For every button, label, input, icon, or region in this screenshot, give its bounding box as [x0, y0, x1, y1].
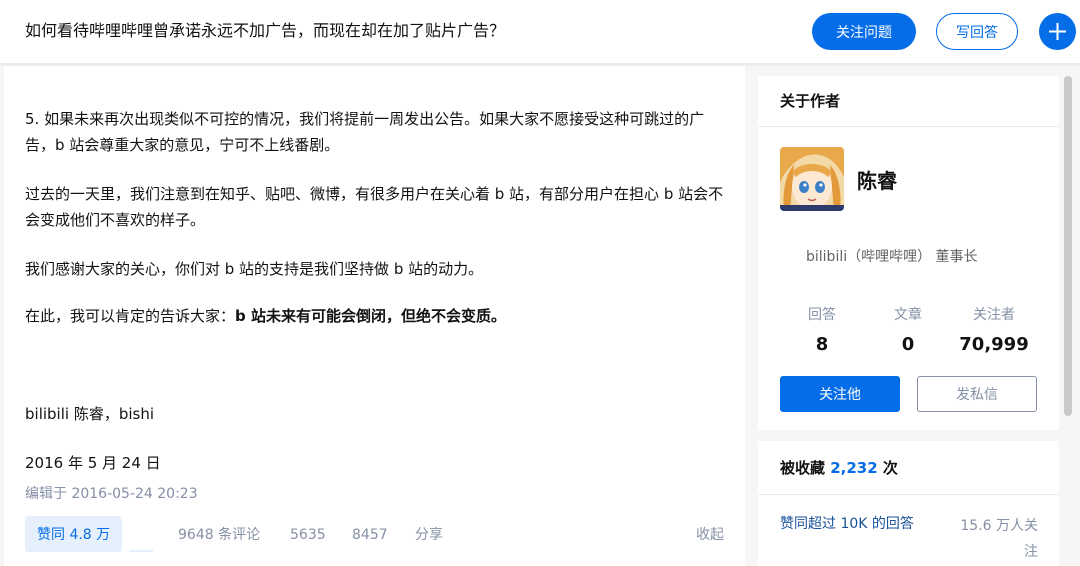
answer-actions: 赞同 4.8 万 9648 条评论 5635 8457 分享 收起: [25, 516, 725, 554]
share-count-1[interactable]: 5635: [290, 525, 326, 545]
answer-paragraph: 在此，我可以肯定的告诉大家：b 站未来有可能会倒闭，但绝不会变质。: [25, 303, 725, 329]
answer-paragraph: 过去的一天里，我们注意到在知乎、贴吧、微博，有很多用户在关心着 b 站，有部分用…: [25, 185, 724, 229]
divider: [758, 494, 1059, 495]
collect-summary: 被收藏 2,232 次: [780, 457, 898, 478]
stat-articles[interactable]: 文章 0: [868, 305, 948, 355]
stat-label: 文章: [894, 307, 922, 323]
stat-value: 8: [815, 334, 829, 355]
downvote-button[interactable]: [129, 534, 153, 552]
divider: [758, 126, 1059, 127]
write-answer-button[interactable]: 写回答: [936, 13, 1018, 50]
avatar[interactable]: [780, 147, 844, 211]
badge-follow-count: 15.6 万人关注: [960, 518, 1038, 560]
stat-answers[interactable]: 回答 8: [782, 305, 862, 355]
collect-card: 被收藏 2,232 次 赞同超过 10K 的回答 15.6 万人关注: [758, 441, 1059, 566]
upvote-button[interactable]: 赞同 4.8 万: [25, 516, 123, 552]
author-description: bilibili（哔哩哔哩） 董事长: [806, 249, 978, 265]
stat-label: 关注者: [973, 307, 1015, 323]
author-card: 关于作者 陈睿 bilibili（哔哩哔哩） 董事长 回答 8 文章 0 关注者…: [758, 76, 1059, 430]
scrollbar[interactable]: [1064, 76, 1072, 416]
author-name[interactable]: 陈睿: [857, 165, 897, 194]
comments-button[interactable]: 9648 条评论: [178, 525, 260, 545]
author-card-title: 关于作者: [780, 92, 841, 110]
stat-label: 回答: [808, 307, 836, 323]
top-bar: 如何看待哔哩哔哩曾承诺永远不加广告，而现在却在加了贴片广告？ 关注问题 写回答: [0, 0, 1080, 64]
answer-paragraph: 5. 如果未来再次出现类似不可控的情况，我们将提前一周发出公告。如果大家不愿接受…: [25, 110, 705, 154]
follow-question-button[interactable]: 关注问题: [812, 13, 916, 50]
add-button[interactable]: [1039, 13, 1076, 50]
collect-prefix: 被收藏: [780, 459, 831, 477]
follow-author-button[interactable]: 关注他: [780, 376, 900, 412]
send-message-button[interactable]: 发私信: [917, 376, 1037, 412]
stat-value: 70,999: [959, 334, 1029, 355]
question-title[interactable]: 如何看待哔哩哔哩曾承诺永远不加广告，而现在却在加了贴片广告？: [25, 19, 505, 43]
collect-suffix: 次: [877, 459, 898, 477]
stat-followers[interactable]: 关注者 70,999: [954, 305, 1034, 355]
answer-date: 2016 年 5 月 24 日: [25, 454, 161, 472]
badge-link[interactable]: 赞同超过 10K 的回答: [780, 513, 914, 533]
plus-icon: [1049, 23, 1066, 40]
collect-count[interactable]: 2,232: [830, 459, 877, 477]
anime-avatar-image: [780, 147, 844, 211]
answer-signature: bilibili 陈睿，bishi: [25, 405, 154, 423]
stat-value: 0: [901, 334, 915, 355]
answer-content: 5. 如果未来再次出现类似不可控的情况，我们将提前一周发出公告。如果大家不愿接受…: [4, 66, 745, 566]
answer-paragraph: 我们感谢大家的关心，你们对 b 站的支持是我们坚持做 b 站的动力。: [25, 260, 484, 278]
answer-text: 在此，我可以肯定的告诉大家：: [25, 307, 236, 325]
collapse-button[interactable]: 收起: [696, 525, 724, 545]
share-count-2[interactable]: 8457: [352, 525, 388, 545]
share-button[interactable]: 分享: [415, 525, 443, 545]
answer-bold-text: b 站未来有可能会倒闭，但绝不会变质。: [235, 307, 506, 325]
edited-time[interactable]: 编辑于 2016-05-24 20:23: [25, 483, 198, 505]
